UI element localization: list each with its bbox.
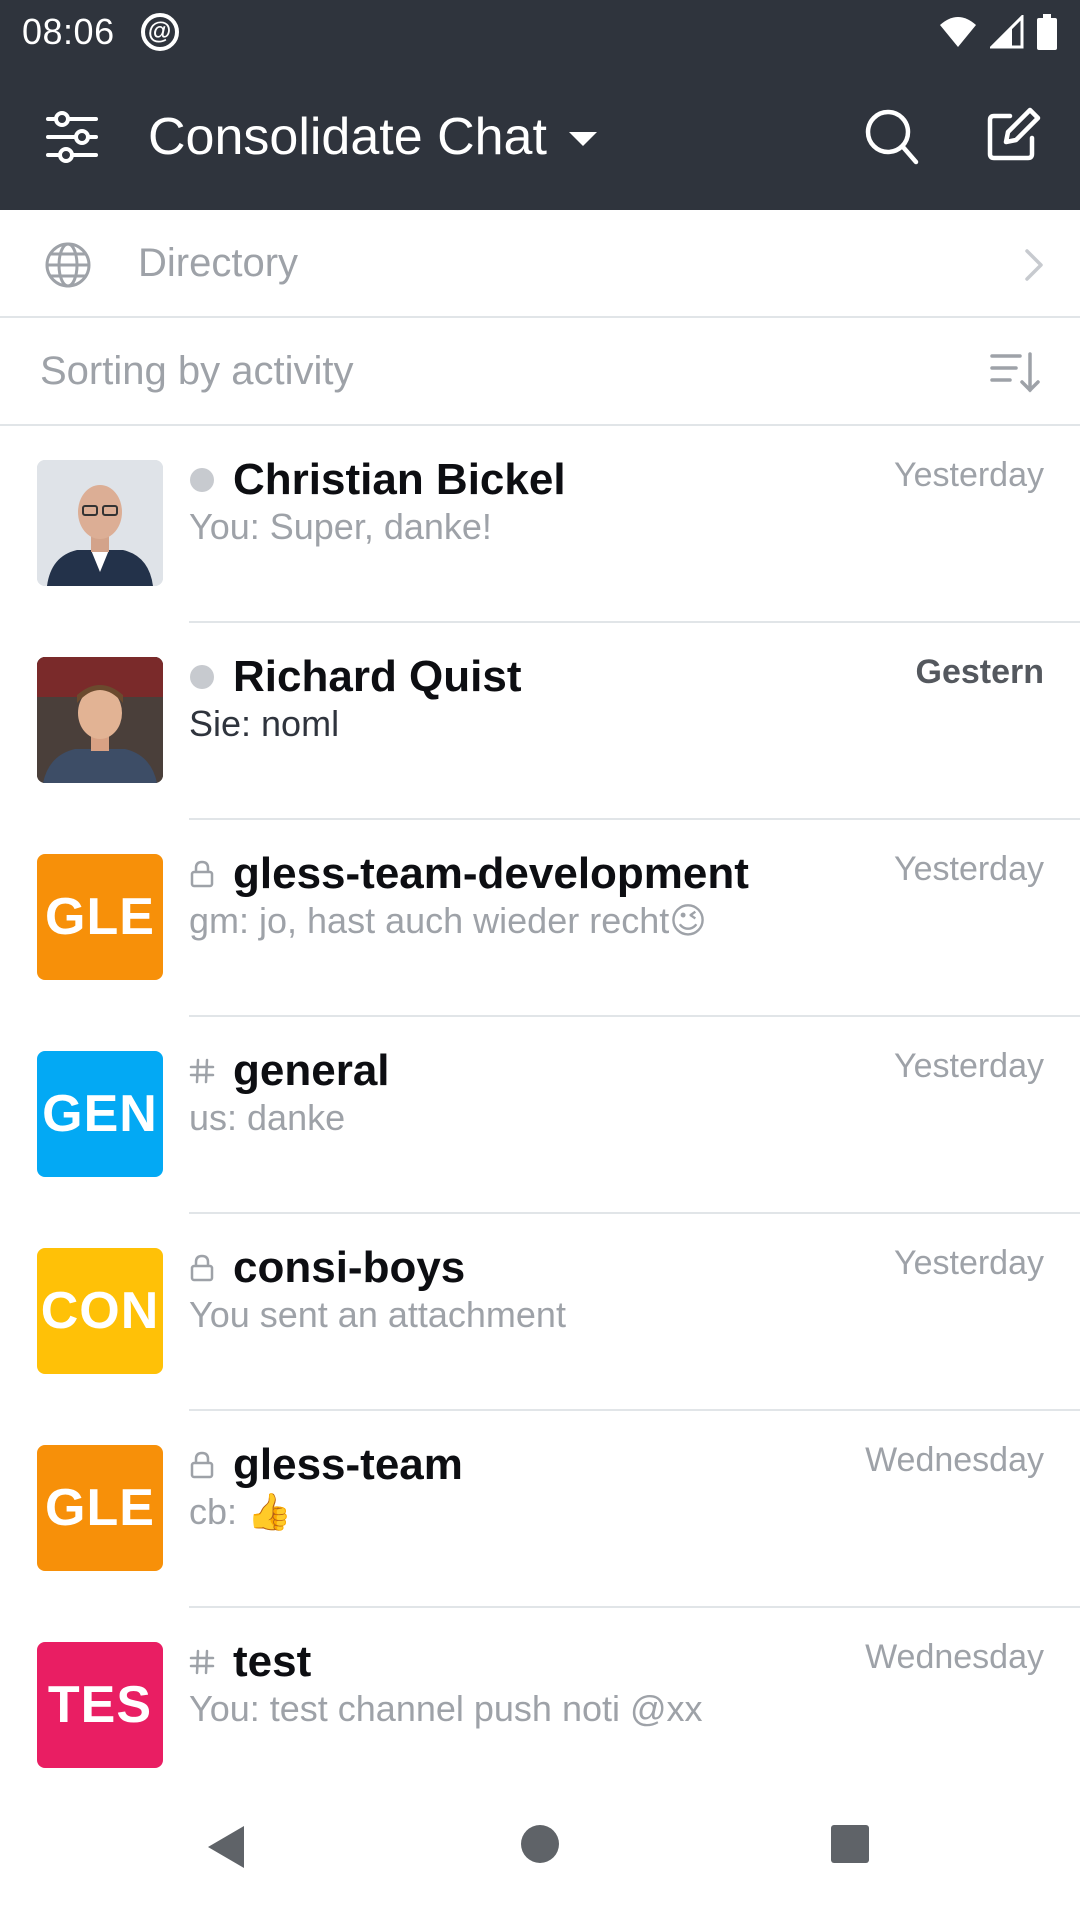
room-name: general [233, 1046, 390, 1095]
chevron-right-icon [1024, 248, 1044, 287]
workspace-switcher[interactable]: Consolidate Chat [148, 64, 597, 210]
room-item[interactable]: Christian Bickel Yesterday You: Super, d… [0, 426, 1080, 623]
avatar: GEN [37, 1051, 163, 1177]
status-icons [938, 14, 1058, 50]
status-bar: 08:06 @ [0, 0, 1080, 64]
room-item[interactable]: TES test Wednesday You: test channel pus… [0, 1608, 1080, 1805]
room-item[interactable]: Richard Quist Gestern Sie: noml [0, 623, 1080, 820]
room-time: Yesterday [894, 1047, 1044, 1085]
avatar [37, 460, 163, 586]
at-sign-icon: @ [140, 13, 179, 51]
cell-signal-icon [990, 15, 1024, 49]
recents-square-icon[interactable] [830, 1824, 870, 1864]
room-name: test [233, 1637, 312, 1686]
room-last-message: You: test channel push noti @xx [189, 1688, 703, 1729]
room-time: Wednesday [865, 1441, 1044, 1479]
room-last-message: cb: 👍 [189, 1491, 292, 1532]
room-name: gless-team-development [233, 849, 749, 898]
room-last-message: us: danke [189, 1097, 346, 1138]
room-time: Wednesday [865, 1638, 1044, 1676]
wifi-icon [940, 17, 976, 47]
globe-icon [44, 241, 92, 294]
back-triangle-icon[interactable] [204, 1824, 248, 1870]
lock-icon [189, 860, 215, 888]
room-time: Gestern [915, 653, 1045, 691]
room-list: Christian Bickel Yesterday You: Super, d… [0, 426, 1080, 1805]
room-time: Yesterday [894, 456, 1044, 494]
room-time: Yesterday [894, 1244, 1044, 1282]
room-last-message: You sent an attachment [189, 1294, 566, 1335]
sort-icon[interactable] [990, 350, 1040, 399]
page-title: Consolidate Chat [148, 108, 547, 166]
hashtag-icon [189, 1058, 215, 1084]
room-item[interactable]: CON consi-boys Yesterday You sent an att… [0, 1214, 1080, 1411]
app-header: Consolidate Chat [0, 64, 1080, 210]
avatar [37, 657, 163, 783]
lock-icon [189, 1254, 215, 1282]
room-last-message: You: Super, danke! [189, 506, 492, 547]
avatar: CON [37, 1248, 163, 1374]
avatar: TES [37, 1642, 163, 1768]
directory-label: Directory [138, 240, 299, 285]
sort-label: Sorting by activity [40, 348, 354, 393]
avatar: GLE [37, 854, 163, 980]
room-name: Christian Bickel [233, 455, 566, 504]
search-icon[interactable] [864, 108, 920, 166]
room-item[interactable]: GLE gless-team Wednesday cb: 👍 [0, 1411, 1080, 1608]
room-item[interactable]: GEN general Yesterday us: danke [0, 1017, 1080, 1214]
home-circle-icon[interactable] [520, 1824, 560, 1864]
battery-icon [1037, 14, 1057, 50]
chevron-down-icon [568, 132, 597, 146]
avatar: GLE [37, 1445, 163, 1571]
status-time: 08:06 [22, 11, 115, 52]
room-last-message: gm: jo, hast auch wieder recht😉 [189, 900, 707, 941]
sliders-icon[interactable] [44, 111, 100, 163]
room-item[interactable]: GLE gless-team-development Yesterday gm:… [0, 820, 1080, 1017]
room-name: consi-boys [233, 1243, 466, 1292]
presence-status-icon [189, 467, 215, 493]
room-name: Richard Quist [233, 652, 522, 701]
lock-icon [189, 1451, 215, 1479]
presence-status-icon [189, 664, 215, 690]
directory-row[interactable]: Directory [0, 210, 1080, 318]
hashtag-icon [189, 1649, 215, 1675]
room-name: gless-team [233, 1440, 463, 1489]
room-last-message: Sie: noml [189, 703, 340, 744]
room-time: Yesterday [894, 850, 1044, 888]
system-nav-bar [0, 1790, 1080, 1920]
edit-icon[interactable] [984, 106, 1042, 164]
sort-row[interactable]: Sorting by activity [0, 318, 1080, 426]
